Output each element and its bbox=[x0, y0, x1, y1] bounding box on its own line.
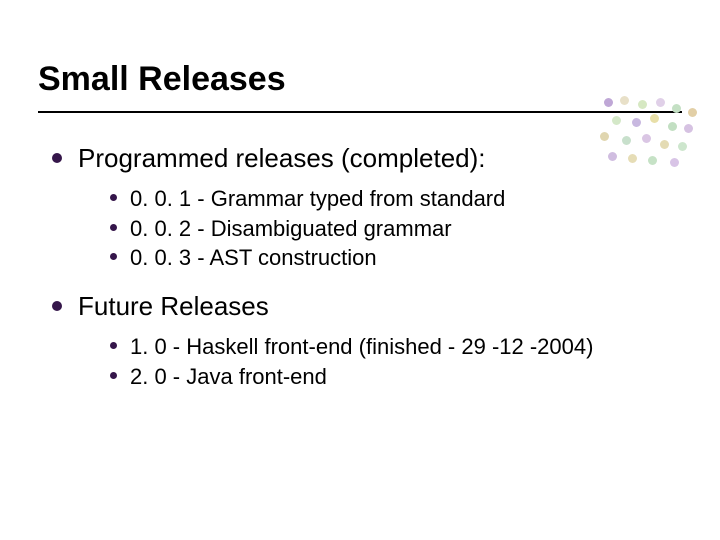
dot-icon bbox=[612, 116, 621, 125]
dot-icon bbox=[604, 98, 613, 107]
bullet-list: Programmed releases (completed): 0. 0. 1… bbox=[38, 143, 682, 391]
future-items: 1. 0 - Haskell front-end (finished - 29 … bbox=[78, 332, 682, 391]
item-text: 0. 0. 2 - Disambiguated grammar bbox=[130, 216, 452, 241]
dot-icon bbox=[688, 108, 697, 117]
dot-icon bbox=[628, 154, 637, 163]
completed-items: 0. 0. 1 - Grammar typed from standard 0.… bbox=[78, 184, 682, 273]
dot-icon bbox=[648, 156, 657, 165]
list-item: 2. 0 - Java front-end bbox=[110, 362, 682, 392]
item-text: 0. 0. 1 - Grammar typed from standard bbox=[130, 186, 505, 211]
section-heading: Programmed releases (completed): bbox=[78, 143, 486, 173]
slide: Small Releases Programmed releases (comp… bbox=[0, 0, 720, 540]
dot-icon bbox=[632, 118, 641, 127]
item-text: 1. 0 - Haskell front-end (finished - 29 … bbox=[130, 334, 593, 359]
list-item: 1. 0 - Haskell front-end (finished - 29 … bbox=[110, 332, 682, 362]
dot-icon bbox=[660, 140, 669, 149]
dot-icon bbox=[622, 136, 631, 145]
section-future: Future Releases 1. 0 - Haskell front-end… bbox=[52, 291, 682, 391]
list-item: 0. 0. 1 - Grammar typed from standard bbox=[110, 184, 682, 214]
dot-icon bbox=[608, 152, 617, 161]
dot-icon bbox=[684, 124, 693, 133]
dot-icon bbox=[656, 98, 665, 107]
item-text: 2. 0 - Java front-end bbox=[130, 364, 327, 389]
decorative-dots bbox=[598, 96, 698, 176]
dot-icon bbox=[620, 96, 629, 105]
dot-icon bbox=[668, 122, 677, 131]
dot-icon bbox=[672, 104, 681, 113]
list-item: 0. 0. 3 - AST construction bbox=[110, 243, 682, 273]
section-completed: Programmed releases (completed): 0. 0. 1… bbox=[52, 143, 682, 273]
item-text: 0. 0. 3 - AST construction bbox=[130, 245, 377, 270]
dot-icon bbox=[642, 134, 651, 143]
dot-icon bbox=[670, 158, 679, 167]
dot-icon bbox=[638, 100, 647, 109]
dot-icon bbox=[678, 142, 687, 151]
dot-icon bbox=[600, 132, 609, 141]
section-heading: Future Releases bbox=[78, 291, 269, 321]
slide-title: Small Releases bbox=[38, 60, 682, 113]
dot-icon bbox=[650, 114, 659, 123]
list-item: 0. 0. 2 - Disambiguated grammar bbox=[110, 214, 682, 244]
